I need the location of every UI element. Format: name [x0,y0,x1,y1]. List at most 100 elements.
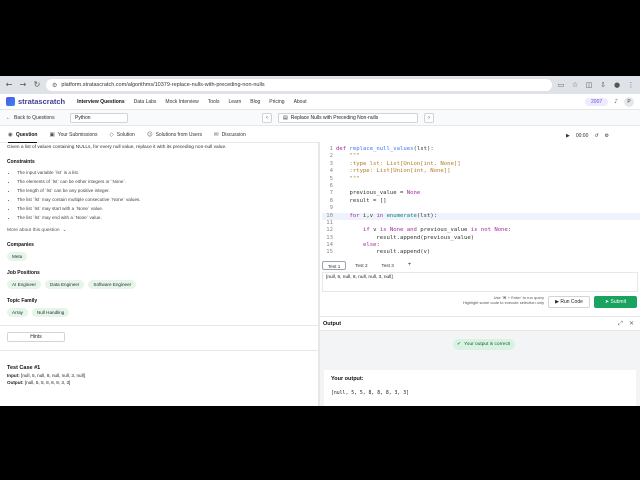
code-line[interactable]: 3 :type lst: List[Union[int, None]] [322,161,640,168]
test-tab-1[interactable]: Test 1 [322,260,347,270]
code-line[interactable]: 15 result.append(v) [322,249,640,256]
code-line[interactable]: 5 """ [322,176,640,183]
your-output-panel: Your output: [null, 5, 5, 8, 8, 8, 3, 3] [324,370,636,406]
code-line[interactable]: 6 [322,183,640,190]
tab-your-submissions[interactable]: ▣ Your Submissions [49,128,97,143]
output-header: Output ⤢ ✕ [320,316,640,331]
code-line[interactable]: 14 else: [322,242,640,249]
prev-question-button[interactable]: ‹ [262,112,272,123]
app-header: stratascratch Interview Questions Data L… [0,94,640,110]
run-code-label: Run Code [560,299,583,305]
question-select-label: Replace Nulls with Preceding Non-nulls [290,114,379,121]
constraint-item: The list `lst` may end with a `None` val… [17,215,311,220]
job-positions-title: Job Positions [7,270,40,276]
bookmark-star-icon[interactable]: ☆ [570,81,580,89]
output-label: Output: [7,380,24,385]
browser-menu-icon[interactable]: ⋮ [626,81,636,89]
next-question-button[interactable]: › [424,112,434,123]
question-panel: Given a list of values containing NULLs,… [0,143,318,406]
back-arrow-icon[interactable]: ← [4,80,14,90]
company-chip[interactable]: Meta [7,252,28,261]
close-icon[interactable]: ✕ [629,320,634,328]
more-label: More about this question [7,228,60,233]
status-text: Your output is correct! [464,342,511,347]
section-divider [0,350,318,351]
companies-title: Companies [7,242,34,248]
code-line[interactable]: 13 result.append(previous_value) [322,235,640,242]
job-position-chip[interactable]: Data Engineer [45,280,85,289]
menu-interview-questions[interactable]: Interview Questions [77,99,125,105]
language-select[interactable]: Python [70,112,128,123]
menu-pricing[interactable]: Pricing [269,99,284,105]
input-label: Input: [7,373,20,378]
tab-question-label: Question [15,131,38,138]
cast-icon[interactable]: ▭ [556,81,566,89]
topic-chip[interactable]: Null Handling [31,308,70,317]
menu-learn[interactable]: Learn [228,99,241,105]
question-toolbar: ← Back to Questions Python ‹ ▤ Replace N… [0,110,640,126]
more-about-question-toggle[interactable]: More about this question ⌄ [7,228,311,233]
reload-icon[interactable]: ↻ [32,80,42,90]
notification-bell-icon[interactable]: ♪ [614,98,618,105]
section-divider [0,325,318,326]
settings-gear-icon[interactable]: ⚙ [605,133,609,139]
profile-icon[interactable]: ● [612,81,622,89]
menu-tools[interactable]: Tools [208,99,220,105]
tab-solutions-from-users[interactable]: ☺ Solutions from Users [147,128,202,143]
question-description: Given a list of values containing NULLs,… [7,145,227,150]
document-icon: ▤ [283,114,288,121]
menu-about[interactable]: About [294,99,307,105]
logo[interactable]: stratascratch [6,97,65,106]
code-editor[interactable]: 1 def replace_null_values(lst): 2 """ 3 :… [322,146,640,258]
extensions-icon[interactable]: ◫ [584,81,594,89]
job-position-chip[interactable]: AI Engineer [7,280,42,289]
play-timer-icon[interactable]: ▶ [566,133,570,139]
code-line[interactable]: 7 previous_value = None [322,190,640,197]
code-line[interactable]: 4 :rtype: List[Union[int, None]] [322,168,640,175]
editor-tools: ▶ 00:00 ↺ ⚙ [566,129,609,143]
code-line[interactable]: 8 result = [] [322,198,640,205]
reset-timer-icon[interactable]: ↺ [594,133,598,139]
premium-badge[interactable]: 2007 [585,97,609,106]
topic-chip[interactable]: Array [7,308,28,317]
run-hint-line: Highlight some code to execute selection… [462,300,544,305]
url-text: platform.stratascratch.com/algorithms/10… [61,82,265,88]
your-output-title: Your output: [331,376,364,382]
logo-text: stratascratch [18,97,66,106]
submissions-icon: ▣ [49,132,55,138]
main-menu: Interview Questions Data Labs Mock Inter… [77,99,307,105]
solution-icon: ◇ [109,132,114,138]
tab-discussion[interactable]: ✉ Discussion [214,128,246,143]
test-tab-3[interactable]: Test 3 [377,261,399,270]
app-window: ← → ↻ ⚙ platform.stratascratch.com/algor… [0,76,640,406]
arrow-left-icon: ← [6,114,11,121]
submit-button[interactable]: ➤ Submit [594,296,637,308]
hints-button[interactable]: Hints [7,332,65,342]
job-position-chip[interactable]: Software Engineer [88,280,137,289]
code-line[interactable]: 12 if v is None and previous_value is no… [322,227,640,234]
code-line-current[interactable]: 10 for i,v in enumerate(lst): [322,212,640,220]
tab-question[interactable]: ◉ Question [8,128,38,143]
tab-solution[interactable]: ◇ Solution [110,128,135,143]
address-bar[interactable]: ⚙ platform.stratascratch.com/algorithms/… [46,79,552,91]
code-line[interactable]: 2 """ [322,153,640,160]
menu-mock-interview[interactable]: Mock Interview [165,99,198,105]
test-tab-2[interactable]: Test 2 [350,261,372,270]
back-to-questions-button[interactable]: ← Back to Questions [6,115,64,121]
code-line[interactable]: 1 def replace_null_values(lst): [322,146,640,153]
expand-icon[interactable]: ⤢ [618,320,623,328]
run-code-button[interactable]: ▶ Run Code [548,296,590,308]
code-line[interactable]: 11 [322,220,640,227]
avatar[interactable]: P [624,96,634,107]
forward-arrow-icon[interactable]: → [18,80,28,90]
code-line[interactable]: 9 [322,205,640,212]
question-select[interactable]: ▤ Replace Nulls with Preceding Non-nulls [278,112,418,123]
download-icon[interactable]: ⇩ [598,81,608,89]
constraint-item: The input variable `lst` is a list. [17,170,311,175]
menu-data-labs[interactable]: Data Labs [134,99,157,105]
menu-blog[interactable]: Blog [250,99,260,105]
test-input-field[interactable]: [null, 5, null, 8, null, null, 3, null] [322,272,638,292]
site-info-icon[interactable]: ⚙ [52,82,57,89]
add-test-button[interactable]: + [403,261,417,270]
companies-list: Meta [7,252,311,261]
